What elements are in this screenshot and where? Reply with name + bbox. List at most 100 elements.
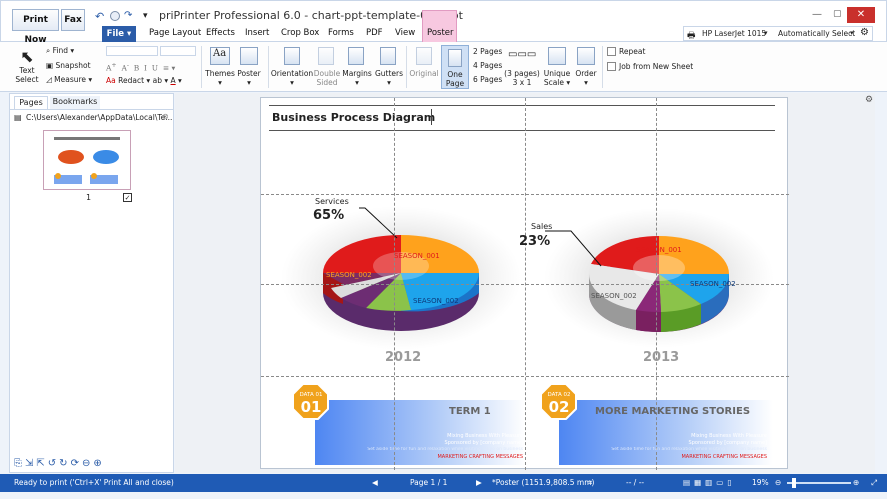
window-title: priPrinter Professional 6.0 - chart-ppt-… bbox=[159, 9, 463, 22]
gear-icon[interactable]: ⚙ bbox=[860, 27, 869, 38]
year-2012: 2012 bbox=[385, 350, 422, 365]
print-now-button[interactable]: Print Now bbox=[12, 9, 59, 45]
unique-scale-button[interactable]: Unique Scale ▾ bbox=[541, 69, 573, 87]
zoom-in-icon: ⊕ bbox=[93, 458, 105, 469]
themes-label: Themes bbox=[205, 69, 235, 78]
settings-side-icon[interactable]: ⚙ bbox=[865, 95, 873, 105]
box2-line1: Mixing Business With Pleasure bbox=[691, 433, 767, 439]
poster-button[interactable]: Poster ▾ bbox=[234, 69, 264, 87]
right-season-label-3: SEASON_002 bbox=[591, 292, 637, 300]
original-icon bbox=[416, 47, 432, 65]
tab-view[interactable]: View bbox=[395, 28, 415, 38]
box1-heading: TERM 1 bbox=[449, 406, 491, 417]
themes-button[interactable]: Themes ▾ bbox=[204, 69, 236, 87]
redact-icon: Aa bbox=[106, 76, 116, 85]
order-label: Order bbox=[575, 69, 597, 78]
box1-line3: Set aside time for fun and relaxation wh… bbox=[367, 447, 523, 452]
tab-crop-box[interactable]: Crop Box bbox=[281, 28, 319, 38]
orientation-button[interactable]: Orientation ▾ bbox=[270, 69, 314, 87]
repeat-checkbox[interactable] bbox=[607, 47, 616, 56]
measure-button[interactable]: ◿ Measure ▾ bbox=[46, 75, 92, 84]
font-format-buttons[interactable]: A+ A- B I U ≡ ▾ bbox=[106, 61, 175, 73]
pie-chart-2012 bbox=[323, 235, 479, 331]
zoom-slider[interactable] bbox=[787, 482, 851, 484]
unique-scale-label: Unique Scale bbox=[543, 69, 571, 87]
page-thumbnail[interactable] bbox=[43, 130, 131, 190]
zoom-slider-thumb[interactable] bbox=[792, 478, 796, 488]
page-tools-row[interactable]: ⎘⇲⇱↺↻⟳⊖⊕ bbox=[14, 458, 105, 469]
next-page-icon[interactable]: ▶ bbox=[476, 478, 482, 487]
font-family-select[interactable] bbox=[106, 46, 158, 56]
six-pages-button[interactable]: 6 Pages bbox=[473, 75, 502, 84]
ribbon: ⬉ Text Select ⌕ Find ▾ ▣ Snapshot ◿ Meas… bbox=[0, 42, 887, 92]
three-pages-button[interactable]: (3 pages) 3 x 1 bbox=[504, 69, 540, 87]
fit-icon[interactable]: ⤢ bbox=[871, 478, 877, 488]
maximize-icon[interactable]: ▢ bbox=[833, 9, 842, 19]
snapshot-button[interactable]: ▣ Snapshot bbox=[46, 61, 91, 70]
tab-pdf[interactable]: PDF bbox=[366, 28, 383, 38]
four-pages-button[interactable]: 4 Pages bbox=[473, 61, 502, 70]
redact-label: Redact bbox=[118, 76, 145, 85]
zoom-level: 19% bbox=[752, 478, 769, 487]
status-text: Ready to print ('Ctrl+X' Print All and c… bbox=[14, 478, 174, 487]
zoom-in-icon[interactable]: ⊕ bbox=[853, 478, 859, 487]
one-page-button[interactable]: One Page bbox=[441, 45, 469, 89]
tab-pages[interactable]: Pages bbox=[14, 96, 48, 109]
printer-name: HP LaserJet 1015 bbox=[702, 29, 767, 38]
services-label: Services bbox=[315, 197, 349, 206]
tab-forms[interactable]: Forms bbox=[328, 28, 354, 38]
poster-label: Poster bbox=[237, 69, 261, 78]
close-file-icon[interactable]: ⊗ bbox=[162, 112, 169, 121]
font-size-select[interactable] bbox=[160, 46, 196, 56]
tab-poster[interactable]: Poster bbox=[427, 28, 454, 38]
printer-select[interactable]: 🖶 HP LaserJet 1015 ▾ Automatically Selec… bbox=[683, 26, 873, 41]
redo-icon[interactable]: ↷ bbox=[124, 10, 132, 21]
highlight-icon: ab bbox=[152, 76, 162, 85]
tab-effects[interactable]: Effects bbox=[206, 28, 235, 38]
tab-bookmarks[interactable]: Bookmarks bbox=[50, 96, 100, 109]
job-new-sheet-checkbox[interactable] bbox=[607, 62, 616, 71]
snapshot-label: Snapshot bbox=[55, 61, 91, 70]
quick-access-dropdown-icon[interactable]: ▾ bbox=[143, 11, 148, 21]
two-pages-button[interactable]: 2 Pages bbox=[473, 47, 502, 56]
add-page-icon: ⎘ bbox=[14, 458, 25, 469]
camera-icon: ▣ bbox=[46, 61, 54, 70]
fax-button[interactable]: Fax bbox=[61, 9, 85, 31]
options-icon[interactable] bbox=[110, 11, 120, 21]
original-button[interactable]: Original bbox=[408, 69, 440, 78]
zoom-out-icon[interactable]: ⊖ bbox=[775, 478, 781, 487]
printer-mode: Automatically Select bbox=[778, 29, 856, 38]
box2-line4: MARKETING CRAFTING MESSAGES bbox=[681, 454, 767, 460]
view-mode-icons[interactable]: ▤▦▥▭▯ bbox=[683, 478, 735, 487]
page-checkbox[interactable]: ✓ bbox=[123, 193, 132, 202]
gutters-label: Gutters bbox=[374, 69, 404, 78]
margins-button[interactable]: Margins ▾ bbox=[342, 69, 372, 87]
prev-page-icon[interactable]: ◀ bbox=[372, 478, 378, 487]
insert-page-icon: ⇲ bbox=[25, 458, 37, 469]
orientation-label: Orientation bbox=[270, 69, 314, 78]
order-icon bbox=[577, 47, 595, 65]
services-percent: 65% bbox=[313, 208, 345, 223]
redact-button[interactable]: Aa Redact ▾ ab ▾ A ▾ bbox=[106, 76, 182, 85]
close-icon[interactable]: ✕ bbox=[847, 7, 875, 23]
multi-page-icon: ▭▭▭ bbox=[508, 49, 537, 60]
double-sided-button[interactable]: Double Sided bbox=[313, 69, 341, 87]
cursor-icon: ⬉ bbox=[20, 47, 34, 66]
minimize-icon[interactable]: — bbox=[812, 9, 822, 20]
find-button[interactable]: ⌕ Find ▾ bbox=[46, 46, 74, 55]
left-season-label-2: SEASON_002 bbox=[326, 271, 372, 279]
text-select-label: Text Select bbox=[15, 66, 39, 84]
text-select-button[interactable]: ⬉ Text Select bbox=[12, 47, 42, 85]
order-button[interactable]: Order ▾ bbox=[574, 69, 598, 87]
gutters-button[interactable]: Gutters ▾ bbox=[374, 69, 404, 87]
undo-icon[interactable]: ↶ bbox=[95, 10, 104, 23]
tab-insert[interactable]: Insert bbox=[245, 28, 269, 38]
box2-line2: Sponsored by [company name] bbox=[688, 440, 767, 446]
file-menu-button[interactable]: File ▾ bbox=[102, 26, 136, 42]
box1-line4: MARKETING CRAFTING MESSAGES bbox=[437, 454, 523, 460]
themes-icon: Aa bbox=[210, 47, 230, 65]
tab-page-layout[interactable]: Page Layout bbox=[149, 28, 201, 38]
poster-size: *Poster (1151.9,808.5 mm) bbox=[492, 478, 595, 487]
preview-page: Business Process Diagram Services 65% SE… bbox=[260, 97, 789, 470]
extract-page-icon: ⇱ bbox=[36, 458, 48, 469]
